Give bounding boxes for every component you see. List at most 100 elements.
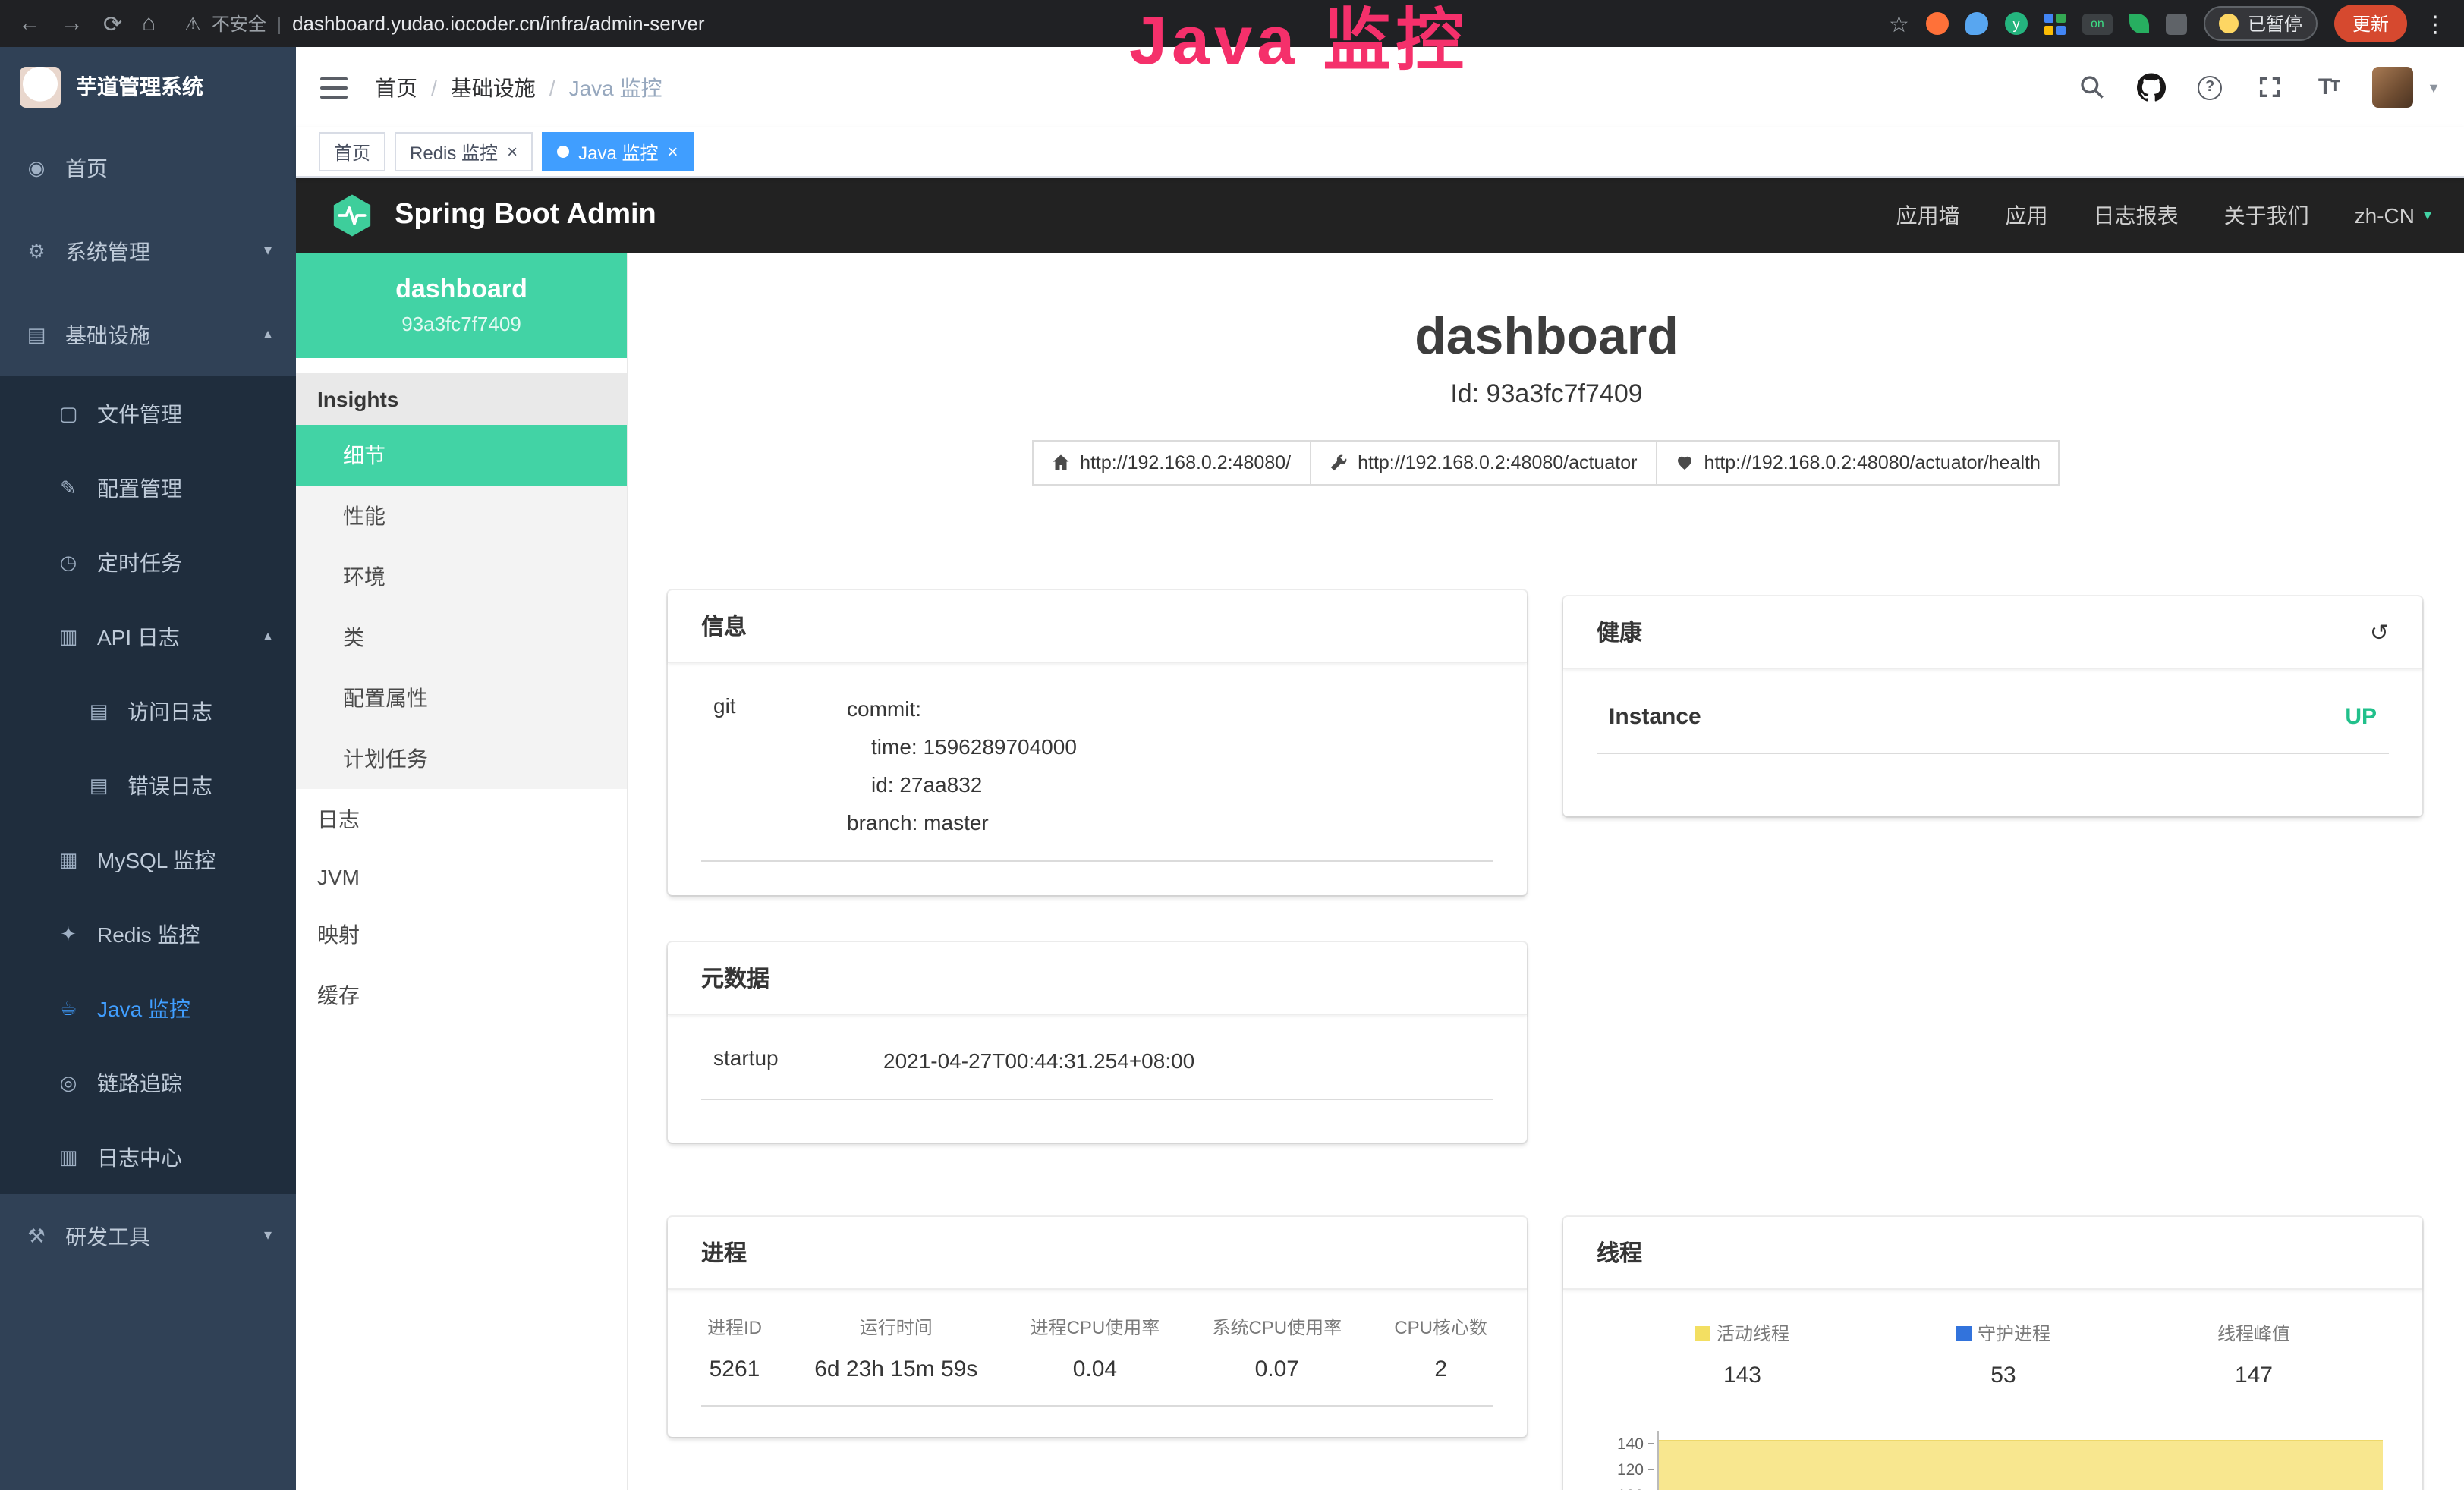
live-threads-area: [1659, 1440, 2383, 1490]
screenshot-root: ← → ⟳ ⌂ ⚠ 不安全 | dashboard.yudao.iocoder.…: [0, 0, 2464, 1490]
sidebar-item-config-mgmt[interactable]: ✎ 配置管理: [0, 451, 296, 525]
sba-language-select[interactable]: zh-CN ▾: [2355, 203, 2431, 228]
sidebar-item-label: 系统管理: [65, 236, 150, 266]
sidebar-item-label: 配置管理: [97, 473, 182, 503]
sidebar-item-mysql-monitor[interactable]: ▦ MySQL 监控: [0, 822, 296, 897]
sba-brand-title[interactable]: Spring Boot Admin: [395, 199, 656, 232]
health-instance-row[interactable]: Instance UP: [1597, 678, 2389, 754]
extension-icon-on[interactable]: on: [2082, 13, 2113, 34]
sidebar-item-system-mgmt[interactable]: ⚙ 系统管理 ▾: [0, 209, 296, 293]
extension-icon-leaf[interactable]: [2129, 14, 2149, 33]
breadcrumb-infrastructure[interactable]: 基础设施: [451, 72, 536, 102]
process-card: 进程 进程ID 5261 运行时间 6d 23h 15m 59s: [668, 1217, 1527, 1437]
sba-nav-journal[interactable]: 日志报表: [2094, 200, 2179, 231]
insights-item-config-props[interactable]: 配置属性: [296, 668, 627, 728]
hamburger-icon[interactable]: [320, 77, 348, 98]
infrastructure-icon: ▤: [24, 322, 49, 347]
threads-chart: 140 120 100: [1597, 1431, 2389, 1490]
insights-item-metrics[interactable]: 性能: [296, 486, 627, 546]
threads-chart-yaxis: 140 120 100: [1597, 1431, 1654, 1490]
fullscreen-icon[interactable]: [2254, 72, 2284, 102]
browser-menu-icon[interactable]: ⋮: [2424, 10, 2447, 37]
instance-id: 93a3fc7f7409: [308, 313, 615, 335]
browser-back-icon[interactable]: ←: [18, 11, 41, 36]
sidebar-item-mappings[interactable]: 映射: [296, 904, 627, 965]
sidebar-item-scheduled-jobs[interactable]: ◷ 定时任务: [0, 525, 296, 599]
sidebar-item-dev-tools[interactable]: ⚒ 研发工具 ▾: [0, 1194, 296, 1278]
insights-item-details[interactable]: 细节: [296, 425, 627, 486]
font-size-icon[interactable]: TT: [2313, 72, 2343, 102]
health-url-button[interactable]: http://192.168.0.2:48080/actuator/health: [1655, 440, 2060, 486]
not-secure-warning-icon: ⚠: [184, 13, 201, 34]
browser-home-icon[interactable]: ⌂: [142, 11, 156, 36]
bookmark-star-icon[interactable]: ☆: [1889, 10, 1909, 37]
breadcrumb-home[interactable]: 首页: [375, 72, 417, 102]
sidebar-item-label: 首页: [65, 152, 108, 183]
sidebar-item-infrastructure[interactable]: ▤ 基础设施 ▴: [0, 293, 296, 376]
extension-icon-puzzle[interactable]: [2166, 13, 2187, 34]
extension-icon-orange[interactable]: [1926, 12, 1949, 35]
insights-section: Insights 细节 性能 环境 类 配置属性 计划任务: [296, 373, 627, 789]
instance-header[interactable]: dashboard 93a3fc7f7409: [296, 253, 627, 358]
sba-nav-about[interactable]: 关于我们: [2224, 200, 2309, 231]
chevron-down-icon: ▾: [2424, 207, 2431, 224]
app-title: 芋道管理系统: [76, 71, 203, 102]
header-actions: ? TT ▼: [2076, 67, 2440, 108]
search-icon[interactable]: [2076, 72, 2107, 102]
sidebar-item-label: 链路追踪: [97, 1067, 182, 1098]
sidebar-item-log-center[interactable]: ▥ 日志中心: [0, 1120, 296, 1194]
extension-icon-y[interactable]: y: [2005, 12, 2028, 35]
github-icon[interactable]: [2135, 72, 2166, 102]
close-icon[interactable]: ×: [507, 141, 518, 162]
service-url-button[interactable]: http://192.168.0.2:48080/: [1031, 440, 1311, 486]
insights-item-scheduled-tasks[interactable]: 计划任务: [296, 728, 627, 789]
close-icon[interactable]: ×: [667, 141, 678, 162]
history-icon[interactable]: ↺: [2370, 618, 2389, 646]
sidebar-item-jvm[interactable]: JVM: [296, 850, 627, 904]
browser-reload-icon[interactable]: ⟳: [103, 10, 122, 37]
address-bar[interactable]: ⚠ 不安全 | dashboard.yudao.iocoder.cn/infra…: [184, 11, 1869, 36]
sba-nav-applications[interactable]: 应用: [2006, 200, 2048, 231]
chevron-up-icon: ▴: [264, 628, 272, 645]
sidebar-item-api-log[interactable]: ▥ API 日志 ▴: [0, 599, 296, 674]
browser-forward-icon[interactable]: →: [61, 11, 83, 36]
doc-icon: ▤: [87, 699, 111, 723]
sidebar-item-error-log[interactable]: ▤ 错误日志: [0, 748, 296, 822]
extension-icon-drop[interactable]: [1965, 12, 1988, 35]
sidebar-item-label: 文件管理: [97, 398, 182, 429]
sidebar-item-label: Redis 监控: [97, 919, 200, 949]
sidebar-item-tracing[interactable]: ◎ 链路追踪: [0, 1045, 296, 1120]
sidebar-item-java-monitor[interactable]: ☕ Java 监控: [0, 971, 296, 1045]
chrome-update-button[interactable]: 更新: [2334, 5, 2407, 42]
sba-nav-wallboard[interactable]: 应用墙: [1896, 200, 1960, 231]
sidebar-item-redis-monitor[interactable]: ✦ Redis 监控: [0, 897, 296, 971]
help-icon[interactable]: ?: [2195, 72, 2225, 102]
insights-item-environment[interactable]: 环境: [296, 546, 627, 607]
tab-java-monitor[interactable]: Java 监控 ×: [542, 132, 693, 171]
tab-redis-monitor[interactable]: Redis 监控 ×: [395, 132, 533, 171]
app-logo-row[interactable]: 芋道管理系统: [0, 47, 296, 126]
extension-icon-grid[interactable]: [2044, 13, 2066, 34]
user-avatar[interactable]: [2372, 67, 2413, 108]
edit-icon: ✎: [56, 476, 80, 500]
instance-sidebar-others: 日志 JVM 映射 缓存: [296, 789, 627, 1026]
tab-home[interactable]: 首页: [319, 132, 385, 171]
process-card-body: 进程ID 5261 运行时间 6d 23h 15m 59s 进程CPU使用率 0…: [668, 1290, 1527, 1428]
sidebar-item-home[interactable]: ◉ 首页: [0, 126, 296, 209]
threads-chart-plot: [1657, 1431, 2389, 1490]
paused-extension-badge[interactable]: 已暂停: [2204, 6, 2318, 41]
caret-down-icon[interactable]: ▼: [2427, 80, 2440, 95]
insights-item-classes[interactable]: 类: [296, 607, 627, 668]
info-card-body: git commit: time: 1596289704000 id: 27aa…: [668, 663, 1527, 883]
active-dot-icon: [557, 146, 569, 158]
sidebar-item-loggers[interactable]: 日志: [296, 789, 627, 850]
sidebar-item-caches[interactable]: 缓存: [296, 965, 627, 1026]
main-sidebar: 芋道管理系统 ◉ 首页 ⚙ 系统管理 ▾ ▤ 基础设施 ▴: [0, 47, 296, 1490]
sidebar-item-file-mgmt[interactable]: ▢ 文件管理: [0, 376, 296, 451]
metadata-card: 元数据 startup 2021-04-27T00:44:31.254+08:0…: [668, 942, 1527, 1143]
threads-legend-row: 活动线程 143 守护进程 53: [1597, 1299, 2389, 1397]
sidebar-item-access-log[interactable]: ▤ 访问日志: [0, 674, 296, 748]
actuator-url-button[interactable]: http://192.168.0.2:48080/actuator: [1309, 440, 1657, 486]
log-icon: ▥: [56, 624, 80, 649]
stat-live-threads: 活动线程 143: [1695, 1320, 1789, 1388]
